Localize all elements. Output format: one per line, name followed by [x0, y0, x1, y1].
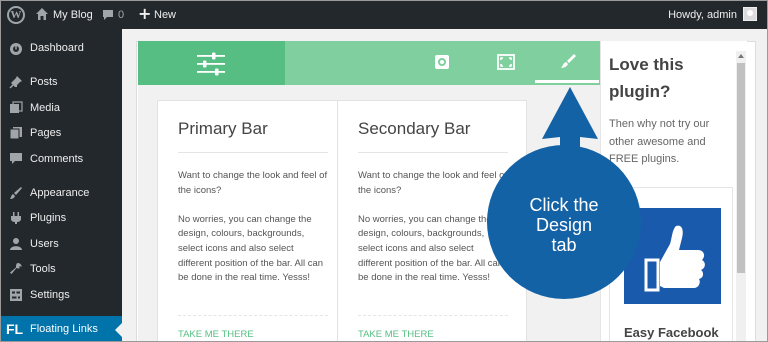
- sidebar-item-appearance[interactable]: Appearance: [1, 180, 122, 206]
- sidebar-item-tools[interactable]: Tools: [1, 256, 122, 282]
- card-paragraph: Want to change the look and feel of the …: [178, 170, 328, 196]
- settings-icon: [10, 289, 22, 301]
- callout-arrow-icon: [542, 87, 598, 149]
- divider: [178, 315, 328, 316]
- comment-icon[interactable]: [102, 9, 114, 21]
- paintbrush-icon[interactable]: [557, 51, 579, 73]
- menu-separator: [1, 65, 122, 66]
- scrollbar-thumb[interactable]: [737, 63, 745, 273]
- take-me-there-link[interactable]: TAKE ME THERE: [358, 329, 434, 340]
- sidebar-item-floating-links[interactable]: FL Floating Links: [1, 316, 122, 341]
- divider: [358, 152, 508, 153]
- card-paragraph: No worries, you can change the design, c…: [358, 213, 504, 284]
- divider: [358, 315, 508, 316]
- primary-bar-card: Primary Bar Want to change the look and …: [157, 100, 347, 341]
- plus-icon[interactable]: +: [138, 5, 151, 23]
- sliders-icon[interactable]: [197, 52, 225, 76]
- callout-text: Click the Design tab: [487, 195, 641, 255]
- divider: [178, 152, 328, 153]
- sidebar-item-comments[interactable]: Comments: [1, 146, 122, 172]
- wrench-icon: [10, 263, 22, 274]
- floating-links-logo: FL: [6, 321, 24, 337]
- active-tab-indicator: [535, 80, 599, 83]
- scrollbar[interactable]: [736, 51, 746, 341]
- sidebar-item-plugins[interactable]: Plugins: [1, 205, 122, 231]
- users-icon: [10, 238, 22, 250]
- callout-line: Design: [535, 215, 593, 235]
- card-description: Want to change the look and feel of the …: [358, 169, 508, 300]
- card-description: Want to change the look and feel of the …: [178, 169, 328, 300]
- card-title: Secondary Bar: [358, 119, 471, 138]
- avatar[interactable]: [743, 7, 757, 21]
- site-name-link[interactable]: My Blog: [53, 9, 93, 21]
- admin-bar: W My Blog 0 + New Howdy, admin: [1, 1, 767, 29]
- sidebar-item-posts[interactable]: Posts: [1, 69, 122, 95]
- card-paragraph: Want to change the look and feel of the …: [358, 170, 508, 196]
- scroll-up-icon[interactable]: [738, 54, 744, 58]
- sidebar-item-label: Pages: [30, 127, 62, 139]
- promo-title: Love this plugin?: [609, 55, 684, 101]
- pages-icon: [9, 127, 22, 140]
- card-title: Primary Bar: [178, 119, 268, 138]
- sidebar-item-label: Tools: [30, 263, 56, 275]
- sidebar-item-label: Users: [30, 238, 59, 250]
- plugin-title: Easy Facebook: [624, 325, 719, 340]
- pushpin-icon: [9, 76, 22, 89]
- callout-line: Click the: [529, 195, 599, 215]
- card-paragraph: No worries, you can change the design, c…: [178, 213, 324, 284]
- media-icon: [10, 101, 23, 113]
- sidebar-item-label: Posts: [30, 76, 58, 88]
- sidebar-item-label: Plugins: [30, 212, 67, 224]
- sidebar-item-dashboard[interactable]: Dashboard: [1, 35, 122, 61]
- plugin-icon: [11, 212, 21, 224]
- home-icon[interactable]: [35, 7, 49, 21]
- sidebar-item-label: Settings: [30, 289, 70, 301]
- sidebar-item-users[interactable]: Users: [1, 231, 122, 257]
- sidebar-item-media[interactable]: Media: [1, 95, 122, 121]
- expand-icon[interactable]: [495, 51, 517, 73]
- callout-line: tab: [551, 235, 577, 255]
- comment-icon: [10, 153, 22, 164]
- promo-text: Then why not try our other awesome and F…: [609, 118, 710, 165]
- wordpress-logo-icon[interactable]: W: [7, 6, 25, 24]
- admin-sidebar: Dashboard Posts Media Pages Comments App…: [1, 29, 122, 341]
- account-greeting[interactable]: Howdy, admin: [668, 9, 737, 21]
- sidebar-item-settings[interactable]: Settings: [1, 282, 122, 308]
- sidebar-item-label: Dashboard: [30, 42, 84, 54]
- comment-count[interactable]: 0: [118, 9, 124, 21]
- gear-icon[interactable]: [431, 51, 453, 73]
- sidebar-item-label: Comments: [30, 153, 84, 165]
- take-me-there-link[interactable]: TAKE ME THERE: [178, 329, 254, 340]
- sidebar-item-label: Floating Links: [30, 323, 98, 335]
- dashboard-icon: [10, 43, 22, 55]
- brush-icon: [10, 187, 22, 199]
- new-content-link[interactable]: New: [154, 9, 176, 21]
- sidebar-item-label: Media: [30, 102, 60, 114]
- screenshot-frame: W My Blog 0 + New Howdy, admin Dashboard…: [0, 0, 768, 342]
- sidebar-item-label: Appearance: [30, 187, 90, 199]
- sidebar-item-pages[interactable]: Pages: [1, 120, 122, 146]
